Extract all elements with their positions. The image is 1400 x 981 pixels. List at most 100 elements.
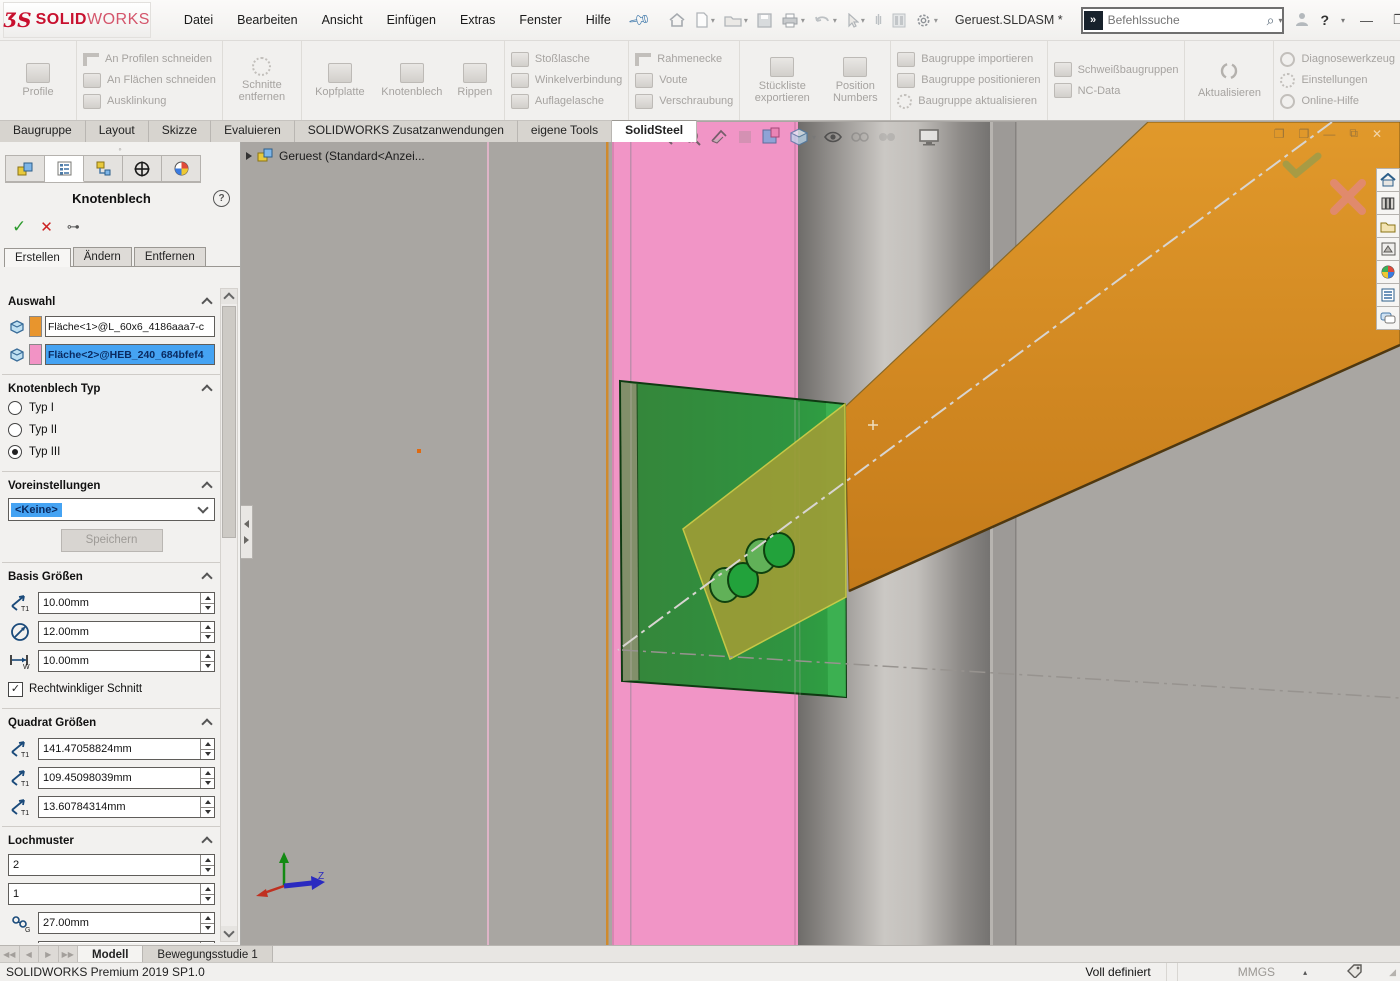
position-numbers-button[interactable]: Position Numbers xyxy=(826,57,884,104)
custom-properties-button[interactable] xyxy=(1376,284,1400,307)
view-orientation-icon[interactable]: ▾ xyxy=(788,127,816,147)
search-input[interactable] xyxy=(1104,13,1267,27)
spin-up-icon[interactable] xyxy=(201,797,214,808)
display-style-icon[interactable] xyxy=(823,129,843,145)
search-icon[interactable]: ⌕ xyxy=(1267,12,1275,29)
print-button[interactable]: ▾ xyxy=(778,10,808,30)
kopfplatte-button[interactable]: Kopfplatte xyxy=(308,63,372,98)
spin-down-icon[interactable] xyxy=(201,895,214,905)
tab-nav-prev-icon[interactable]: ◀ xyxy=(20,946,40,963)
quadrat-size2-spinner[interactable]: 109.45098039mm xyxy=(38,767,215,789)
collapse-icon[interactable] xyxy=(201,718,212,729)
baugruppe-aktualisieren-button[interactable]: Baugruppe aktualisieren xyxy=(897,93,1040,110)
help-icon[interactable]: ? xyxy=(1320,12,1329,28)
units-selector[interactable]: MMGS xyxy=(1183,965,1303,979)
graphics-viewport[interactable]: Z Geruest (Standard<Anzei... ▾ ❐ ❐ — ⧉ ✕ xyxy=(240,122,1400,945)
menu-einfuegen[interactable]: Einfügen xyxy=(376,9,447,31)
panel-splitter-handle[interactable] xyxy=(240,505,253,559)
appearance-icon[interactable] xyxy=(761,127,781,147)
tab-eigene-tools[interactable]: eigene Tools xyxy=(518,120,612,142)
dimxpert-manager-tab[interactable] xyxy=(123,155,162,182)
design-library-button[interactable] xyxy=(1376,192,1400,215)
spin-down-icon[interactable] xyxy=(201,924,214,934)
radio-typ-2[interactable]: Typ II xyxy=(8,419,215,441)
verschraubung-button[interactable]: Verschraubung xyxy=(635,93,733,110)
knotenblech-button[interactable]: Knotenblech xyxy=(380,63,444,98)
user-icon[interactable] xyxy=(1294,11,1310,30)
radio-typ-1[interactable]: Typ I xyxy=(8,397,215,419)
spin-up-icon[interactable] xyxy=(201,739,214,750)
select-button[interactable]: ▾ xyxy=(843,11,868,30)
speichern-button[interactable]: Speichern xyxy=(61,529,163,552)
rebuild-button[interactable] xyxy=(889,11,909,30)
radio-typ-3[interactable]: Typ III xyxy=(8,441,215,463)
minimize-button[interactable]: — xyxy=(1355,11,1378,30)
menu-bearbeiten[interactable]: Bearbeiten xyxy=(226,9,308,31)
tab-evaluieren[interactable]: Evaluieren xyxy=(211,120,295,142)
spin-down-icon[interactable] xyxy=(201,604,214,614)
menu-hilfe[interactable]: Hilfe xyxy=(575,9,622,31)
hole-spacing2-spinner[interactable]: 30.00mm xyxy=(38,941,215,943)
spin-down-icon[interactable] xyxy=(201,808,214,818)
tab-nav-first-icon[interactable]: ◀◀ xyxy=(0,946,20,963)
save-button[interactable] xyxy=(754,11,775,30)
hole-count2-spinner[interactable]: 1 xyxy=(8,883,215,905)
confirm-ok-icon[interactable] xyxy=(1282,152,1322,178)
sketch-line-orange[interactable] xyxy=(606,122,609,945)
rahmenecke-button[interactable]: Rahmenecke xyxy=(635,51,733,68)
pm-scrollbar[interactable] xyxy=(220,288,238,942)
selection1-field[interactable]: Fläche<1>@L_60x6_4186aaa7-c xyxy=(45,316,215,337)
open-document-button[interactable]: ▾ xyxy=(721,11,751,30)
ok-button[interactable]: ✓ xyxy=(12,217,26,237)
ausklinkung-button[interactable]: Ausklinkung xyxy=(83,93,216,110)
online-hilfe-button[interactable]: Online-Hilfe xyxy=(1280,93,1395,110)
winkelverbindung-button[interactable]: Winkelverbindung xyxy=(511,72,622,89)
scroll-down-button[interactable] xyxy=(221,926,237,941)
tab-modell[interactable]: Modell xyxy=(78,946,143,963)
spin-down-icon[interactable] xyxy=(201,662,214,672)
feature-manager-tab[interactable] xyxy=(5,155,45,182)
tab-solidsteel[interactable]: SolidSteel xyxy=(612,120,697,142)
spin-down-icon[interactable] xyxy=(201,633,214,643)
tab-baugruppe[interactable]: Baugruppe xyxy=(0,120,86,142)
einstellungen-button[interactable]: Einstellungen xyxy=(1280,72,1395,89)
tab-layout[interactable]: Layout xyxy=(86,120,149,142)
search-caret-icon[interactable]: ▾ xyxy=(1278,16,1282,25)
pin-menu-icon[interactable]: 📌︎ xyxy=(626,7,652,33)
menu-datei[interactable]: Datei xyxy=(173,9,224,31)
appearances-scenes-button[interactable] xyxy=(1376,261,1400,284)
schweissbaugruppen-button[interactable]: Schweißbaugruppen xyxy=(1054,61,1179,78)
collapse-icon[interactable] xyxy=(201,572,212,583)
doc-restore-icon[interactable]: ❐ xyxy=(1274,127,1285,141)
baugruppe-importieren-button[interactable]: Baugruppe importieren xyxy=(897,51,1040,68)
rippen-button[interactable]: Rippen xyxy=(452,63,498,98)
preset-dropdown[interactable]: <Keine> xyxy=(8,498,215,521)
spin-down-icon[interactable] xyxy=(201,750,214,760)
configuration-manager-tab[interactable] xyxy=(84,155,123,182)
breadcrumb[interactable]: Geruest (Standard<Anzei... xyxy=(246,148,425,163)
collapse-icon[interactable] xyxy=(201,297,212,308)
doc-maximize-icon[interactable]: ⧉ xyxy=(1349,126,1358,141)
baugruppe-positionieren-button[interactable]: Baugruppe positionieren xyxy=(897,72,1040,89)
spin-down-icon[interactable] xyxy=(201,866,214,876)
tag-icon[interactable] xyxy=(1347,964,1363,981)
hole-count1-spinner[interactable]: 2 xyxy=(8,854,215,876)
spin-up-icon[interactable] xyxy=(201,913,214,924)
collapse-icon[interactable] xyxy=(201,836,212,847)
spin-up-icon[interactable] xyxy=(201,942,214,943)
command-search[interactable]: » ⌕ ▾ xyxy=(1081,7,1285,34)
an-profilen-schneiden-button[interactable]: An Profilen schneiden xyxy=(83,51,216,68)
new-document-button[interactable]: ▾ xyxy=(692,10,718,30)
doc-close-icon[interactable]: ✕ xyxy=(1372,127,1382,141)
spin-up-icon[interactable] xyxy=(201,884,214,895)
stosslasche-button[interactable]: Stoßlasche xyxy=(511,51,622,68)
3d-scene[interactable]: Z xyxy=(240,122,1400,945)
pm-help-icon[interactable]: ? xyxy=(213,190,230,207)
undo-button[interactable]: ▾ xyxy=(811,11,840,29)
feature-tree-flyout-icon[interactable] xyxy=(246,152,252,160)
quadrat-size1-spinner[interactable]: 141.47058824mm xyxy=(38,738,215,760)
collapse-icon[interactable] xyxy=(201,384,212,395)
auflagelasche-button[interactable]: Auflagelasche xyxy=(511,93,622,110)
file-explorer-button[interactable] xyxy=(1376,215,1400,238)
display-settings-monitor-icon[interactable] xyxy=(918,128,940,146)
